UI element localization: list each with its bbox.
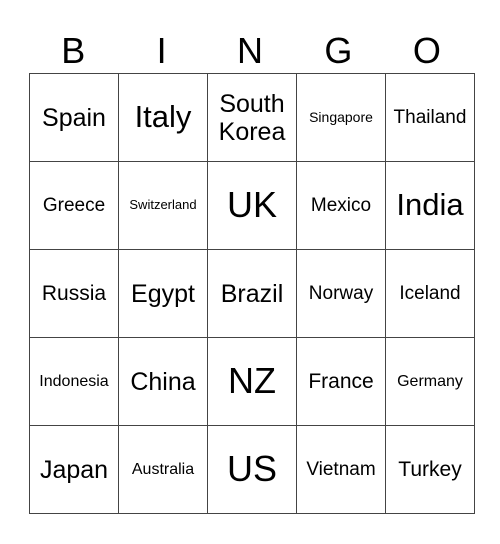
bingo-cell[interactable]: Spain <box>29 73 119 162</box>
bingo-row: Russia Egypt Brazil Norway Iceland <box>29 249 475 338</box>
bingo-cell[interactable]: Mexico <box>296 161 386 250</box>
bingo-row: Greece Switzerland UK Mexico India <box>29 161 475 250</box>
bingo-cell[interactable]: Vietnam <box>296 425 386 514</box>
bingo-row: Japan Australia US Vietnam Turkey <box>29 425 475 514</box>
bingo-cell[interactable]: NZ <box>207 337 297 426</box>
bingo-cell[interactable]: Norway <box>296 249 386 338</box>
header-letter-i: I <box>156 30 167 71</box>
bingo-cell[interactable]: Indonesia <box>29 337 119 426</box>
bingo-card: Spain Italy South Korea Singapore Thaila… <box>29 73 475 514</box>
bingo-cell[interactable]: Singapore <box>296 73 386 162</box>
bingo-cell[interactable]: Greece <box>29 161 119 250</box>
bingo-cell[interactable]: Australia <box>118 425 208 514</box>
bingo-cell[interactable]: India <box>385 161 475 250</box>
bingo-cell[interactable]: Egypt <box>118 249 208 338</box>
bingo-cell[interactable]: Brazil <box>207 249 297 338</box>
bingo-cell[interactable]: South Korea <box>207 73 297 162</box>
bingo-cell[interactable]: Japan <box>29 425 119 514</box>
header-letter-b: B <box>61 30 86 71</box>
bingo-header: B I N G O <box>29 28 471 73</box>
bingo-cell[interactable]: Russia <box>29 249 119 338</box>
bingo-row: Indonesia China NZ France Germany <box>29 337 475 426</box>
bingo-cell[interactable]: US <box>207 425 297 514</box>
header-letter-o: O <box>412 30 441 71</box>
bingo-row: Spain Italy South Korea Singapore Thaila… <box>29 73 475 162</box>
header-letter-g: G <box>324 30 353 71</box>
bingo-cell[interactable]: China <box>118 337 208 426</box>
bingo-cell[interactable]: Italy <box>118 73 208 162</box>
bingo-cell[interactable]: Turkey <box>385 425 475 514</box>
bingo-cell[interactable]: France <box>296 337 386 426</box>
bingo-cell[interactable]: Thailand <box>385 73 475 162</box>
header-letter-n: N <box>237 30 264 71</box>
bingo-cell[interactable]: Switzerland <box>118 161 208 250</box>
bingo-cell[interactable]: Germany <box>385 337 475 426</box>
bingo-cell[interactable]: Iceland <box>385 249 475 338</box>
bingo-cell[interactable]: UK <box>207 161 297 250</box>
